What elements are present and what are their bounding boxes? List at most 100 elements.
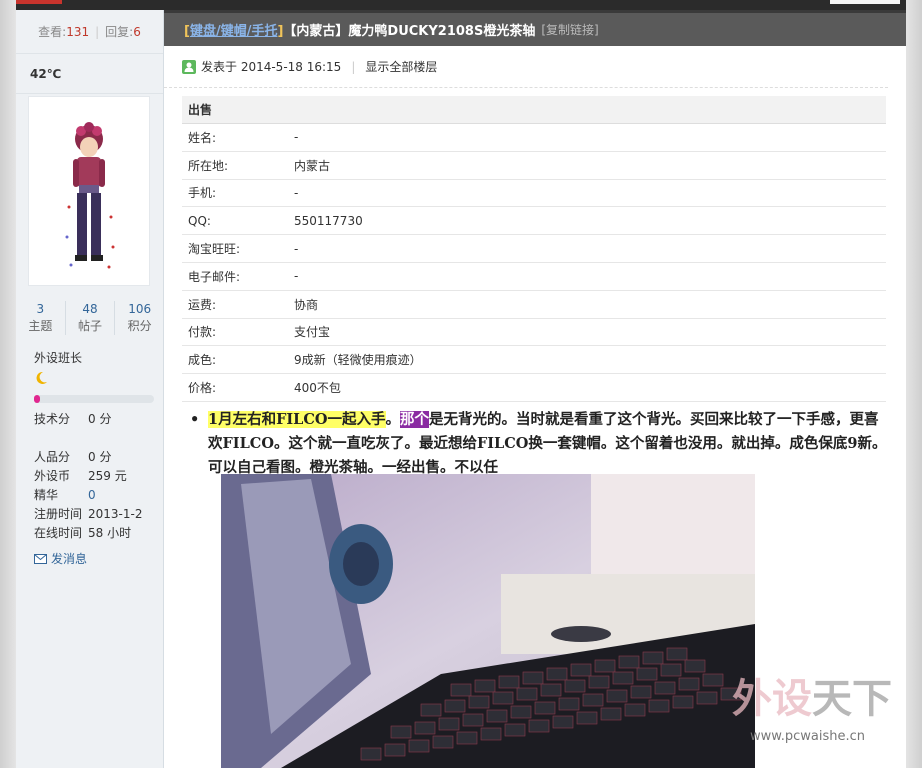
sale-row-label: 运费:: [188, 297, 217, 312]
count-value: 106: [128, 302, 152, 316]
moon-icon: [33, 370, 49, 386]
sale-info-table: 出售 姓名: - 所在地: 内蒙古 手机: - QQ: 550117730 淘宝旺旺: -…: [182, 96, 886, 402]
sale-row: QQ: 550117730: [182, 207, 886, 236]
post-body: • 1月左右和FILCO一起入手。那个是无背光的。当时就是看重了这个背光。买回来…: [190, 408, 888, 480]
watermark-logo-icon: 外设 天下 www.pcwaishe.cn: [732, 676, 892, 744]
post-date: 发表于 2014-5-18 16:15: [201, 60, 342, 74]
rank-progress-bar: [34, 395, 154, 403]
sale-row-label: 价格:: [188, 381, 217, 396]
post-text: 。: [385, 411, 401, 428]
field-value: 0 分: [88, 412, 112, 426]
envelope-icon: [34, 553, 47, 564]
field-label: 注册时间: [34, 507, 83, 521]
field-label: 在线时间: [34, 526, 83, 540]
author-sidebar: 查看: 131 | 回复: 6 42℃ 3 主题 48 帖子 106 积分 外设…: [16, 10, 164, 768]
rank-progress-fill: [34, 395, 40, 403]
list-bullet: •: [190, 411, 200, 428]
field-label: 技术分: [34, 412, 71, 426]
svg-text:外设: 外设: [732, 676, 812, 722]
site-watermark: 外设 天下 www.pcwaishe.cn: [714, 660, 894, 750]
sale-row-value: -: [294, 269, 299, 284]
top-red-tab[interactable]: [16, 0, 62, 4]
field-label: 外设币: [34, 469, 71, 483]
sale-row-label: 所在地:: [188, 158, 229, 173]
sale-row-label: 淘宝旺旺:: [188, 242, 241, 257]
forum-post: 查看: 131 | 回复: 6 42℃ 3 主题 48 帖子 106 积分 外设…: [16, 10, 906, 768]
online-status-icon: [182, 59, 196, 74]
page-background-left: [0, 0, 16, 768]
sale-row: 电子邮件: -: [182, 263, 886, 291]
sale-row: 运费: 协商: [182, 291, 886, 319]
count-points[interactable]: 106 积分: [115, 301, 164, 335]
post-meta: 发表于 2014-5-18 16:15 | 显示全部楼层: [164, 46, 888, 88]
field-coins: 外设币 259 元: [34, 467, 127, 486]
count-value: 3: [36, 302, 45, 316]
thread-title-bar: [键盘/键帽/手托] 【内蒙古】魔力鸭DUCKY2108S橙光茶轴 [复制链接]: [164, 10, 906, 46]
copy-link-button[interactable]: [复制链接]: [541, 21, 598, 38]
field-label: 精华: [34, 488, 59, 502]
views-label: 查看:: [38, 25, 67, 39]
avatar[interactable]: [28, 96, 150, 286]
category-link[interactable]: 键盘/键帽/手托: [190, 24, 278, 39]
sale-row: 淘宝旺旺: -: [182, 235, 886, 263]
sale-row-label: 手机:: [188, 186, 217, 201]
count-label: 主题: [28, 319, 53, 333]
page-background-right: [906, 0, 922, 768]
post-main: [键盘/键帽/手托] 【内蒙古】魔力鸭DUCKY2108S橙光茶轴 [复制链接]…: [164, 10, 906, 768]
top-bar: [16, 0, 906, 10]
replies-count: 6: [133, 24, 141, 39]
author-temperature: 42℃: [16, 54, 163, 94]
sale-row-value: -: [294, 130, 299, 145]
sale-heading: 出售: [182, 96, 886, 124]
field-register-date: 注册时间 2013-1-2: [34, 505, 142, 524]
sale-row: 手机: -: [182, 180, 886, 208]
thread-category: [键盘/键帽/手托]: [184, 20, 283, 39]
selected-text: 那个: [400, 411, 430, 428]
keyboard-photo-image: [221, 474, 755, 768]
top-right-box[interactable]: [830, 0, 900, 4]
sale-row-value: 400不包: [294, 381, 341, 396]
count-label: 积分: [127, 319, 152, 333]
stats-divider: |: [95, 24, 100, 39]
field-value: 58 小时: [88, 526, 132, 540]
thread-title: 【内蒙古】魔力鸭DUCKY2108S橙光茶轴: [283, 24, 536, 39]
sale-row-label: 成色:: [188, 353, 217, 368]
field-value: 2013-1-2: [88, 507, 143, 521]
field-value: 0 分: [88, 450, 112, 464]
send-message-link[interactable]: 发消息: [34, 550, 87, 567]
author-rank[interactable]: 外设班长: [34, 349, 82, 366]
sale-row: 姓名: -: [182, 124, 886, 152]
thread-stats: 查看: 131 | 回复: 6: [16, 10, 163, 54]
sale-row: 价格: 400不包: [182, 374, 886, 402]
count-value: 48: [82, 302, 98, 316]
svg-text:天下: 天下: [812, 676, 892, 722]
show-all-floors-link[interactable]: 显示全部楼层: [365, 58, 437, 75]
sale-row-label: 电子邮件:: [188, 269, 241, 284]
send-message-label: 发消息: [51, 552, 88, 566]
sale-row: 付款: 支付宝: [182, 319, 886, 347]
sale-row: 成色: 9成新（轻微使用痕迹）: [182, 346, 886, 375]
sale-row-value: 协商: [294, 297, 319, 312]
count-posts[interactable]: 48 帖子: [66, 301, 116, 335]
count-label: 帖子: [78, 319, 103, 333]
field-essence: 精华 0: [34, 486, 96, 505]
sale-row-label: 付款:: [188, 325, 217, 340]
views-count: 131: [66, 24, 90, 39]
field-value[interactable]: 0: [88, 488, 96, 502]
highlighted-text: 1月左右和FILCO一起入手: [208, 411, 386, 428]
field-value: 259 元: [88, 469, 127, 483]
keyboard-photo[interactable]: [221, 474, 755, 768]
field-label: 人品分: [34, 450, 71, 464]
avatar-figure-icon: [65, 122, 115, 269]
sale-row-value: 内蒙古: [294, 158, 331, 173]
count-threads[interactable]: 3 主题: [16, 301, 66, 335]
field-online-time: 在线时间 58 小时: [34, 524, 131, 543]
sale-row: 所在地: 内蒙古: [182, 152, 886, 180]
meta-divider: |: [351, 59, 356, 74]
replies-label: 回复:: [105, 25, 134, 39]
svg-text:www.pcwaishe.cn: www.pcwaishe.cn: [750, 729, 865, 744]
sale-row-value: 支付宝: [294, 325, 331, 340]
field-character-score: 人品分 0 分: [34, 448, 111, 467]
sale-row-value: 550117730: [294, 213, 363, 228]
author-counts: 3 主题 48 帖子 106 积分: [16, 301, 164, 335]
